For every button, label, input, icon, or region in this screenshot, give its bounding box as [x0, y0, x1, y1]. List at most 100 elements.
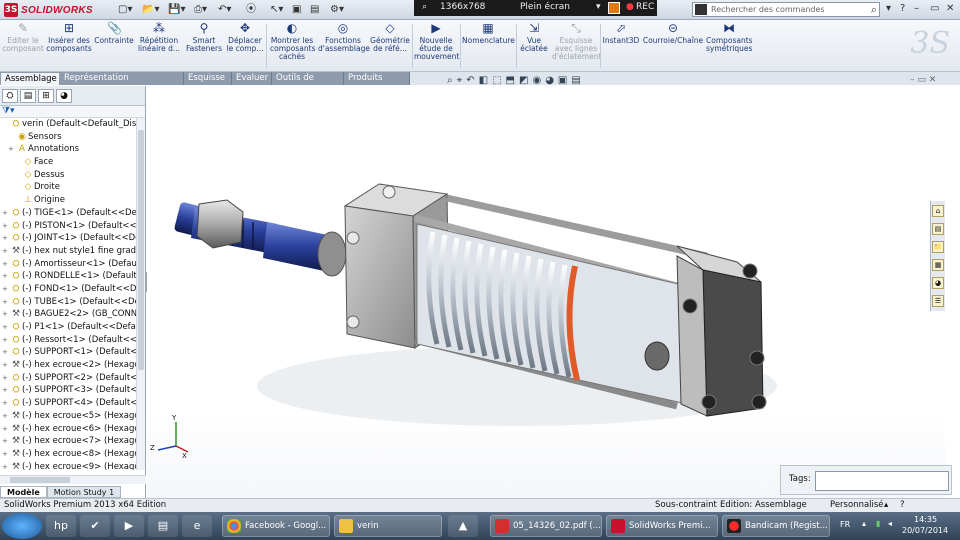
options-gear-icon[interactable]: ⚙▾: [330, 3, 344, 17]
expand-icon[interactable]: +: [2, 384, 10, 397]
tree-item[interactable]: + ⛭ (-) RONDELLE<1> (Default<: [0, 270, 145, 283]
viewport-close-icon[interactable]: ✕: [929, 75, 937, 85]
expand-icon[interactable]: +: [2, 359, 10, 372]
expand-icon[interactable]: +: [2, 372, 10, 385]
expand-icon[interactable]: +: [2, 283, 10, 296]
clock-date[interactable]: 20/07/2014: [902, 526, 948, 535]
tab-representation[interactable]: Représentation schématique: [60, 72, 184, 95]
expand-icon[interactable]: +: [2, 220, 10, 233]
expand-icon[interactable]: +: [2, 207, 10, 220]
tree-item[interactable]: + ⛭ (-) FOND<1> (Default<<Def: [0, 283, 145, 296]
expand-icon[interactable]: +: [2, 308, 10, 321]
tree-item[interactable]: ◇ Face: [0, 156, 145, 169]
tree-item[interactable]: + A Annotations: [0, 143, 145, 156]
appearances-icon[interactable]: ◕: [932, 277, 944, 289]
tab-assemblage[interactable]: Assemblage: [0, 72, 60, 85]
tree-item[interactable]: ◉ Sensors: [0, 131, 145, 144]
command-search-input[interactable]: Rechercher des commandes ⌕: [692, 2, 880, 17]
expand-icon[interactable]: +: [2, 423, 10, 436]
hp-icon[interactable]: hp: [46, 515, 76, 537]
expand-icon[interactable]: +: [2, 435, 10, 448]
tree-item[interactable]: ◇ Droite: [0, 181, 145, 194]
recorder-dropdown-icon[interactable]: ▾: [596, 2, 601, 12]
tab-evaluer[interactable]: Evaluer: [232, 72, 272, 85]
checkmark-app-icon[interactable]: ✔: [80, 515, 110, 537]
explode-line-sketch-button[interactable]: ⤡ Esquisse avec lignes d'éclatement: [552, 22, 601, 61]
tree-item[interactable]: + ⛭ (-) SUPPORT<1> (Default<<: [0, 346, 145, 359]
home-icon[interactable]: ⌂: [932, 205, 944, 217]
status-units[interactable]: Personnalisé: [830, 499, 884, 512]
recorder-mode[interactable]: Plein écran: [520, 2, 570, 12]
search-icon[interactable]: ⌕: [871, 3, 877, 16]
instant3d-button[interactable]: ⬀ Instant3D: [602, 22, 640, 45]
expand-icon[interactable]: +: [2, 461, 10, 470]
expand-icon[interactable]: +: [2, 296, 10, 309]
tree-item[interactable]: + ⛭ (-) P1<1> (Default<<Default: [0, 321, 145, 334]
expand-icon[interactable]: +: [2, 346, 10, 359]
tree-item[interactable]: + ⛭ (-) JOINT<1> (Default<<Def: [0, 232, 145, 245]
recorder-resolution[interactable]: 1366x768: [440, 2, 485, 12]
scroll-thumb[interactable]: [138, 130, 144, 370]
scroll-thumb[interactable]: [10, 477, 70, 483]
filter-icon[interactable]: ⧩▾: [0, 106, 145, 118]
tags-input[interactable]: [815, 471, 949, 491]
exploded-view-button[interactable]: ⇲ Vue éclatée: [518, 22, 550, 53]
file-explorer-icon[interactable]: 📁: [932, 241, 944, 253]
start-button[interactable]: [2, 513, 42, 539]
folder-icon[interactable]: ▤: [148, 515, 178, 537]
tab-outils-rendu[interactable]: Outils de rendu: [272, 72, 344, 95]
media-player-icon[interactable]: ▶: [114, 515, 144, 537]
search-dropdown-icon[interactable]: ▾: [886, 3, 891, 14]
restore-icon[interactable]: ▭: [930, 3, 939, 14]
close-icon[interactable]: ✕: [946, 3, 954, 14]
tab-produits-office[interactable]: Produits Office: [344, 72, 410, 95]
expand-icon[interactable]: +: [2, 258, 10, 271]
assembly-features-button[interactable]: ◎ Fonctions d'assemblage: [318, 22, 370, 53]
tab-motion-study[interactable]: Motion Study 1: [46, 486, 122, 498]
expand-icon[interactable]: +: [8, 143, 16, 156]
network-icon[interactable]: ▮: [876, 519, 880, 528]
select-arrow-icon[interactable]: ↖▾: [270, 3, 283, 17]
task-pdf[interactable]: 05_14326_02.pdf (...: [490, 515, 602, 537]
new-document-icon[interactable]: ▢▾: [118, 3, 132, 17]
solidworks-logo[interactable]: 3S SOLIDWORKS: [4, 3, 93, 17]
expand-icon[interactable]: +: [2, 321, 10, 334]
tree-item[interactable]: ⛭verin (Default<Default_Display S: [0, 118, 145, 131]
expand-icon[interactable]: +: [2, 397, 10, 410]
tree-item[interactable]: + ⚒ (-) hex ecroue<7> (Hexagon: [0, 435, 145, 448]
save-icon[interactable]: 💾▾: [168, 3, 185, 17]
smart-fasteners-button[interactable]: ⚲ Smart Fasteners: [184, 22, 224, 53]
tree-item[interactable]: + ⚒ (-) BAGUE2<2> (GB_CONNE: [0, 308, 145, 321]
insert-components-button[interactable]: ⊞ Insérer des composants: [46, 22, 92, 53]
tree-item[interactable]: ◇ Dessus: [0, 169, 145, 182]
tree-item[interactable]: ⊥ Origine: [0, 194, 145, 207]
tab-modele[interactable]: Modèle: [0, 486, 47, 498]
clock-time[interactable]: 14:35: [914, 515, 937, 524]
tree-item[interactable]: + ⛭ (-) Ressort<1> (Default<<De: [0, 334, 145, 347]
task-folder[interactable]: verin: [334, 515, 442, 537]
view-palette-icon[interactable]: ▦: [932, 259, 944, 271]
traffic-light-icon[interactable]: ⦿: [246, 3, 256, 17]
open-folder-icon[interactable]: 📂▾: [142, 3, 159, 17]
language-indicator[interactable]: FR: [840, 520, 850, 529]
display-manager-tab-icon[interactable]: ◕: [56, 89, 72, 103]
tree-item[interactable]: + ⛭ (-) SUPPORT<4> (Default<<: [0, 397, 145, 410]
print-icon[interactable]: ⎙▾: [194, 3, 207, 17]
custom-properties-icon[interactable]: ☰: [932, 295, 944, 307]
feature-tree-tab-icon[interactable]: ⛭: [2, 89, 18, 103]
tree-vertical-scrollbar[interactable]: [136, 118, 145, 470]
tree-item[interactable]: + ⛭ (-) TUBE<1> (Default<<Defa: [0, 296, 145, 309]
recorder-home-icon[interactable]: [608, 2, 620, 14]
motion-study-button[interactable]: ▶ Nouvelle étude de mouvement: [414, 22, 459, 61]
show-hidden-button[interactable]: ◐ Montrer les composants cachés: [270, 22, 315, 61]
expand-icon[interactable]: +: [2, 270, 10, 283]
edit-component-button[interactable]: ✎ Editer le composant: [2, 22, 44, 53]
minimize-icon[interactable]: –: [914, 3, 919, 14]
linear-pattern-button[interactable]: ⁂ Répétition linéaire d...: [136, 22, 182, 53]
tree-item[interactable]: + ⚒ (-) hex ecroue<5> (Hexagon: [0, 410, 145, 423]
help-icon[interactable]: ?: [900, 3, 905, 14]
internet-explorer-icon[interactable]: e: [182, 515, 212, 537]
help-status-icon[interactable]: ?: [900, 499, 905, 512]
volume-icon[interactable]: ◂: [888, 519, 892, 528]
property-manager-tab-icon[interactable]: ▤: [20, 89, 36, 103]
